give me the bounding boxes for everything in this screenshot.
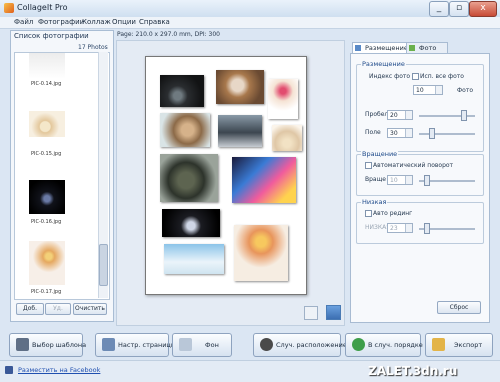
photo-count: 17 Photos bbox=[78, 44, 108, 51]
spacing-slider[interactable] bbox=[419, 115, 475, 117]
menu-options[interactable]: Опции bbox=[112, 18, 136, 26]
window-title: CollageIt Pro bbox=[17, 3, 68, 12]
close-button[interactable]: x bbox=[469, 1, 497, 17]
layout-group-title: Размещение bbox=[361, 60, 406, 68]
background-button[interactable]: Фон bbox=[172, 333, 232, 357]
rotate-input[interactable]: 10 bbox=[387, 175, 413, 185]
minimize-button[interactable]: _ bbox=[429, 1, 449, 17]
scrollbar-thumb[interactable] bbox=[99, 244, 108, 286]
thumbnail-image[interactable] bbox=[29, 241, 65, 285]
export-button[interactable]: Экспорт bbox=[425, 333, 493, 357]
photo-list[interactable]: PIC-0.14.jpg PIC-0.15.jpg PIC-0.16.jpg P… bbox=[14, 52, 110, 300]
shadow-slider-knob[interactable] bbox=[424, 223, 431, 234]
menu-collage[interactable]: Коллаж bbox=[82, 18, 111, 26]
collage-photo[interactable] bbox=[272, 125, 302, 151]
shuffle-icon bbox=[352, 338, 365, 351]
collage-photo[interactable] bbox=[160, 75, 204, 107]
page-setup-icon bbox=[102, 338, 115, 351]
page-setup-button[interactable]: Настр. страницы bbox=[95, 333, 176, 357]
settings-panel: Размещение Индекс фото Исп. все фото 10 … bbox=[350, 53, 490, 323]
auto-rotate-checkbox[interactable] bbox=[365, 162, 372, 169]
grid-view-icon[interactable] bbox=[326, 305, 341, 320]
spacing-input[interactable]: 20 bbox=[387, 110, 413, 120]
thumbnail-label: PIC-0.14.jpg bbox=[31, 81, 62, 87]
background-icon bbox=[179, 338, 192, 351]
photo-tab-icon bbox=[409, 45, 415, 51]
layout-tab-icon bbox=[355, 45, 361, 51]
thumbnail-image[interactable] bbox=[29, 111, 65, 137]
thumbnail-image[interactable] bbox=[29, 180, 65, 214]
shadow-level-input[interactable]: 23 bbox=[387, 223, 413, 233]
choose-template-button[interactable]: Выбор шаблона bbox=[9, 333, 86, 357]
title-bar: CollageIt Pro _ ▫ x bbox=[0, 0, 500, 18]
share-facebook-link[interactable]: Разместить на Facebook bbox=[18, 366, 100, 374]
thumbnail-label: PIC-0.15.jpg bbox=[31, 151, 62, 157]
thumbnail-label: PIC-0.17.jpg bbox=[31, 289, 62, 295]
random-layout-button[interactable]: Случ. расположение bbox=[253, 333, 347, 357]
status-bar: Разместить на Facebook ZALET.3dn.ru bbox=[0, 360, 500, 382]
photo-unit-label: Фото bbox=[457, 87, 474, 94]
shadow-group-title: Низкая bbox=[361, 198, 388, 206]
random-layout-icon bbox=[260, 338, 273, 351]
collage-photo[interactable] bbox=[268, 79, 298, 119]
margin-label: Поле bbox=[365, 129, 381, 136]
collage-page[interactable] bbox=[145, 56, 307, 295]
watermark: ZALET.3dn.ru bbox=[368, 364, 458, 378]
collage-photo[interactable] bbox=[160, 154, 218, 202]
collage-photo[interactable] bbox=[216, 70, 264, 104]
remove-photo-button[interactable]: Уд. bbox=[45, 303, 71, 315]
thumbnail-image[interactable] bbox=[29, 53, 65, 79]
shuffle-button[interactable]: В случ. порядке bbox=[345, 333, 423, 357]
collage-photo[interactable] bbox=[162, 209, 220, 237]
collage-photo[interactable] bbox=[232, 157, 296, 203]
add-photo-button[interactable]: Доб. bbox=[16, 303, 44, 315]
tab-layout-label: Размещение bbox=[365, 44, 408, 52]
use-all-photos-checkbox[interactable] bbox=[412, 73, 419, 80]
margin-slider-knob[interactable] bbox=[429, 128, 436, 139]
rotation-group: Вращение Автоматический поворот Враще 10 bbox=[356, 150, 484, 196]
clear-photos-button[interactable]: Очистить bbox=[73, 303, 107, 315]
spacing-label: Пробел bbox=[365, 111, 389, 118]
single-view-icon[interactable] bbox=[304, 306, 318, 320]
app-logo-icon bbox=[4, 3, 14, 13]
facebook-icon bbox=[5, 366, 13, 374]
tab-photo-label: Фото bbox=[419, 44, 437, 52]
maximize-button[interactable]: ▫ bbox=[449, 1, 469, 17]
photo-count-input[interactable]: 10 bbox=[413, 85, 443, 95]
reset-button[interactable]: Сброс bbox=[437, 301, 481, 314]
rotate-slider-knob[interactable] bbox=[424, 175, 431, 186]
collage-photo[interactable] bbox=[234, 225, 288, 281]
photo-index-label: Индекс фото bbox=[369, 73, 411, 80]
page-info: Page: 210.0 x 297.0 mm, DPI: 300 bbox=[117, 31, 220, 38]
collage-photo[interactable] bbox=[160, 113, 210, 147]
template-icon bbox=[16, 338, 29, 351]
margin-input[interactable]: 30 bbox=[387, 128, 413, 138]
menu-bar: Файл Фотографии Коллаж Опции Справка bbox=[0, 17, 500, 29]
layout-group: Размещение Индекс фото Исп. все фото 10 … bbox=[356, 60, 484, 152]
collage-photo[interactable] bbox=[164, 244, 224, 274]
shadow-group: Низкая Авто рединг НИЗКАЯ 23 bbox=[356, 198, 484, 244]
rotate-label: Враще bbox=[365, 176, 386, 183]
auto-shadow-label: Авто рединг bbox=[373, 210, 413, 217]
auto-shadow-checkbox[interactable] bbox=[365, 210, 372, 217]
menu-file[interactable]: Файл bbox=[14, 18, 33, 26]
menu-photos[interactable]: Фотографии bbox=[38, 18, 84, 26]
auto-rotate-label: Автоматический поворот bbox=[373, 162, 454, 169]
spacing-slider-knob[interactable] bbox=[460, 110, 467, 121]
menu-help[interactable]: Справка bbox=[139, 18, 170, 26]
margin-slider[interactable] bbox=[419, 133, 475, 135]
export-icon bbox=[432, 338, 445, 351]
thumbnail-label: PIC-0.16.jpg bbox=[31, 219, 62, 225]
collage-photo[interactable] bbox=[218, 115, 262, 147]
photo-list-title: Список фотографии bbox=[14, 32, 89, 40]
rotation-group-title: Вращение bbox=[361, 150, 399, 158]
use-all-photos-label: Исп. все фото bbox=[420, 73, 464, 80]
